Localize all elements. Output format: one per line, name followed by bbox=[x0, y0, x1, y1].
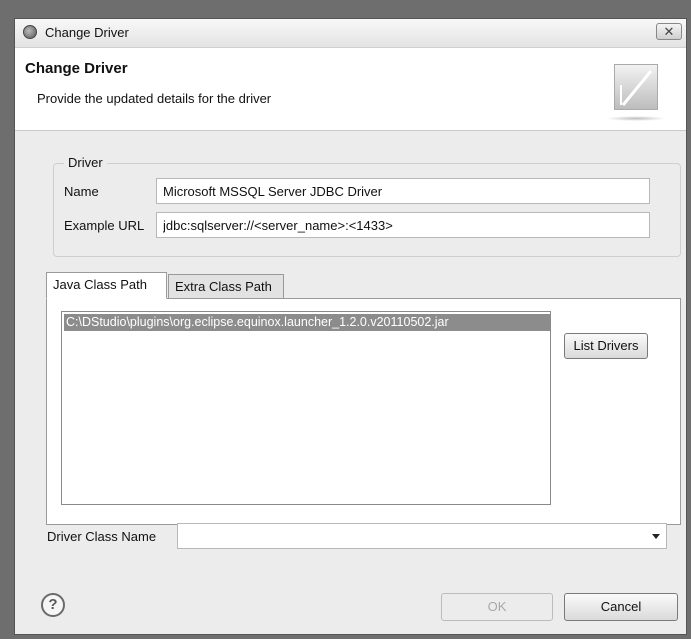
name-label: Name bbox=[64, 184, 99, 199]
tab-extra-class-path[interactable]: Extra Class Path bbox=[168, 274, 284, 299]
close-button[interactable]: ✕ bbox=[656, 23, 682, 40]
class-path-panel: C:\DStudio\plugins\org.eclipse.equinox.l… bbox=[46, 298, 681, 525]
window-title: Change Driver bbox=[45, 25, 129, 40]
cancel-button[interactable]: Cancel bbox=[564, 593, 678, 621]
change-driver-dialog: Change Driver ✕ Change Driver Provide th… bbox=[14, 18, 687, 635]
driver-group: Driver Name Example URL bbox=[53, 155, 681, 257]
class-path-list[interactable]: C:\DStudio\plugins\org.eclipse.equinox.l… bbox=[61, 311, 551, 505]
example-url-label: Example URL bbox=[64, 218, 145, 233]
app-globe-icon bbox=[23, 25, 37, 39]
driver-class-name-label: Driver Class Name bbox=[47, 529, 157, 544]
wizard-banner-icon bbox=[614, 64, 658, 110]
list-drivers-button[interactable]: List Drivers bbox=[564, 333, 648, 359]
list-item[interactable]: C:\DStudio\plugins\org.eclipse.equinox.l… bbox=[64, 314, 550, 331]
wizard-header: Change Driver Provide the updated detail… bbox=[15, 48, 686, 131]
driver-group-label: Driver bbox=[64, 155, 107, 170]
help-icon[interactable]: ? bbox=[41, 593, 65, 617]
driver-class-name-combo[interactable] bbox=[177, 523, 667, 549]
ok-button[interactable]: OK bbox=[441, 593, 553, 621]
banner-shadow bbox=[606, 116, 666, 121]
example-url-field[interactable] bbox=[156, 212, 650, 238]
page-title: Change Driver bbox=[25, 60, 128, 77]
title-bar[interactable]: Change Driver ✕ bbox=[15, 19, 686, 48]
name-field[interactable] bbox=[156, 178, 650, 204]
page-subtitle: Provide the updated details for the driv… bbox=[37, 91, 272, 106]
chevron-down-icon[interactable] bbox=[652, 534, 660, 539]
tab-java-class-path[interactable]: Java Class Path bbox=[46, 272, 167, 299]
